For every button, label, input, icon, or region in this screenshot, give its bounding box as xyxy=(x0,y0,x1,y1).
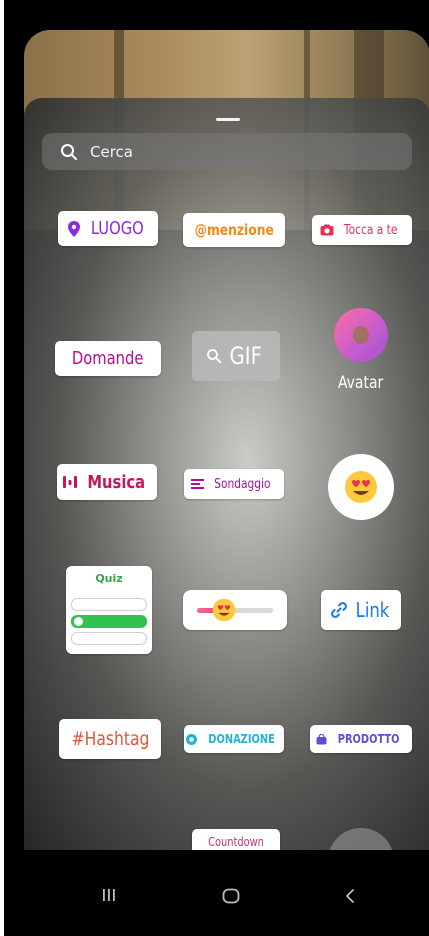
poll-lines-icon xyxy=(191,479,205,489)
donation-icon xyxy=(185,733,197,745)
back-chevron-icon xyxy=(346,889,354,903)
link-icon xyxy=(330,602,347,618)
system-navigation-bar xyxy=(24,850,429,936)
sticker-emoji-slider[interactable] xyxy=(328,454,394,520)
sticker-link-label: Link xyxy=(355,598,389,622)
music-bars-icon xyxy=(62,476,77,488)
quiz-option xyxy=(71,598,147,611)
sticker-questions-label: Domande xyxy=(72,348,144,369)
sticker-poll[interactable]: Sondaggio xyxy=(184,469,284,499)
sticker-poll-label: Sondaggio xyxy=(214,476,271,492)
sticker-quiz-label: Quiz xyxy=(95,572,123,585)
sticker-emoji-slider-bar[interactable] xyxy=(183,590,287,630)
sticker-your-turn-label: Tocca a te xyxy=(344,222,398,238)
nav-back-button[interactable] xyxy=(344,888,356,904)
sticker-countdown[interactable]: Countdown xyxy=(192,829,280,850)
search-icon xyxy=(61,143,77,160)
sticker-donation[interactable]: DONAZIONE xyxy=(184,725,284,753)
sticker-tray-sheet: Cerca LUOGO @menzione Tocca a te Domande… xyxy=(24,98,429,850)
sticker-gif-label: GIF xyxy=(229,342,263,370)
recents-icon xyxy=(103,889,115,901)
sticker-questions[interactable]: Domande xyxy=(55,341,161,376)
heart-eyes-emoji-icon xyxy=(212,598,235,622)
heart-eyes-emoji-icon xyxy=(345,471,377,503)
drag-handle[interactable] xyxy=(216,118,240,121)
sticker-hashtag[interactable]: #Hashtag xyxy=(59,719,161,759)
sticker-product[interactable]: PRODOTTO xyxy=(310,725,412,753)
sticker-quiz[interactable]: Quiz xyxy=(66,566,152,654)
sticker-countdown-label: Countdown xyxy=(208,835,264,849)
sticker-gif[interactable]: GIF xyxy=(192,331,280,381)
search-input[interactable]: Cerca xyxy=(90,143,133,161)
frame-edge-left xyxy=(0,0,4,936)
sticker-location-label: LUOGO xyxy=(90,218,144,239)
sticker-music[interactable]: Musica xyxy=(57,464,157,500)
search-bar[interactable]: Cerca xyxy=(42,133,412,170)
sticker-mention[interactable]: @menzione xyxy=(183,213,285,247)
sticker-your-turn[interactable]: Tocca a te xyxy=(312,215,412,245)
search-icon xyxy=(207,349,222,364)
home-icon xyxy=(222,888,240,904)
sticker-hashtag-label: #Hashtag xyxy=(71,728,149,750)
nav-home-button[interactable] xyxy=(222,888,240,904)
sticker-avatar-label[interactable]: Avatar xyxy=(316,373,406,393)
quiz-option-correct xyxy=(71,615,147,628)
sticker-partial-circle[interactable] xyxy=(328,828,394,850)
avatar xyxy=(353,326,369,344)
sticker-product-label: PRODOTTO xyxy=(337,732,400,746)
nav-recents-button[interactable] xyxy=(102,888,116,902)
sticker-link[interactable]: Link xyxy=(321,590,401,630)
location-pin-icon xyxy=(67,220,80,237)
sticker-mention-label: @menzione xyxy=(194,221,274,239)
sticker-donation-label: DONAZIONE xyxy=(208,732,275,746)
shopping-bag-icon xyxy=(316,733,327,744)
sticker-avatar-button[interactable] xyxy=(334,308,388,362)
check-icon xyxy=(74,617,83,626)
sticker-music-label: Musica xyxy=(87,471,145,493)
avatar-label-text: Avatar xyxy=(338,373,384,393)
sticker-location[interactable]: LUOGO xyxy=(58,211,158,246)
quiz-option xyxy=(71,632,147,645)
camera-icon xyxy=(320,224,334,236)
